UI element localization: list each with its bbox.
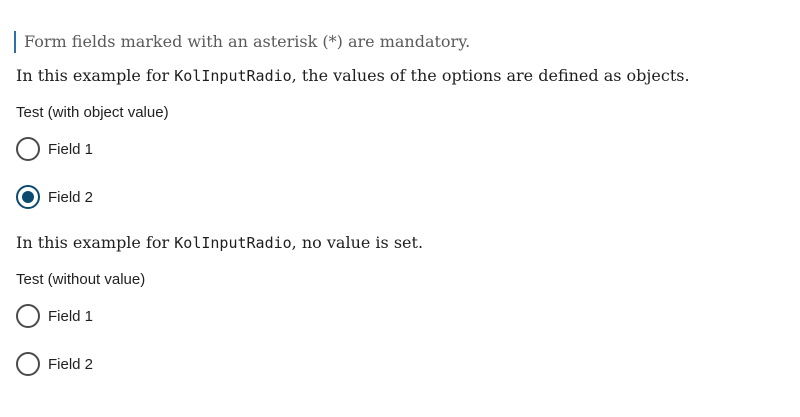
radio-checked-icon[interactable] [16,185,40,209]
radio-unchecked-icon[interactable] [16,304,40,328]
example2-desc-suffix: , no value is set. [291,233,424,252]
example1-desc-prefix: In this example for [16,66,175,85]
example2-desc-prefix: In this example for [16,233,175,252]
example1-option-2-label: Field 2 [48,188,94,206]
example2-option-field-2[interactable]: Field 2 [16,351,93,377]
radio-unchecked-icon[interactable] [16,352,40,376]
example2-option-field-1[interactable]: Field 1 [16,303,93,329]
example1-option-1-label: Field 1 [48,140,94,158]
example1-option-field-2[interactable]: Field 2 [16,184,93,210]
example2-option-2-label: Field 2 [48,355,94,373]
notice-text: Form fields marked with an asterisk (*) … [24,32,471,51]
page: Form fields marked with an asterisk (*) … [0,0,800,417]
example1-legend: Test (with object value) [16,104,169,121]
mandatory-fields-notice: Form fields marked with an asterisk (*) … [14,31,470,53]
example1-desc-suffix: , the values of the options are defined … [291,66,690,85]
example2-description: In this example for KolInputRadio, no va… [16,232,423,254]
example1-description: In this example for KolInputRadio, the v… [16,65,690,87]
radio-unchecked-icon[interactable] [16,137,40,161]
example1-desc-code: KolInputRadio [174,67,292,85]
example2-legend: Test (without value) [16,271,146,288]
example2-option-1-label: Field 1 [48,307,94,325]
example2-desc-code: KolInputRadio [174,234,292,252]
example1-option-field-1[interactable]: Field 1 [16,136,93,162]
